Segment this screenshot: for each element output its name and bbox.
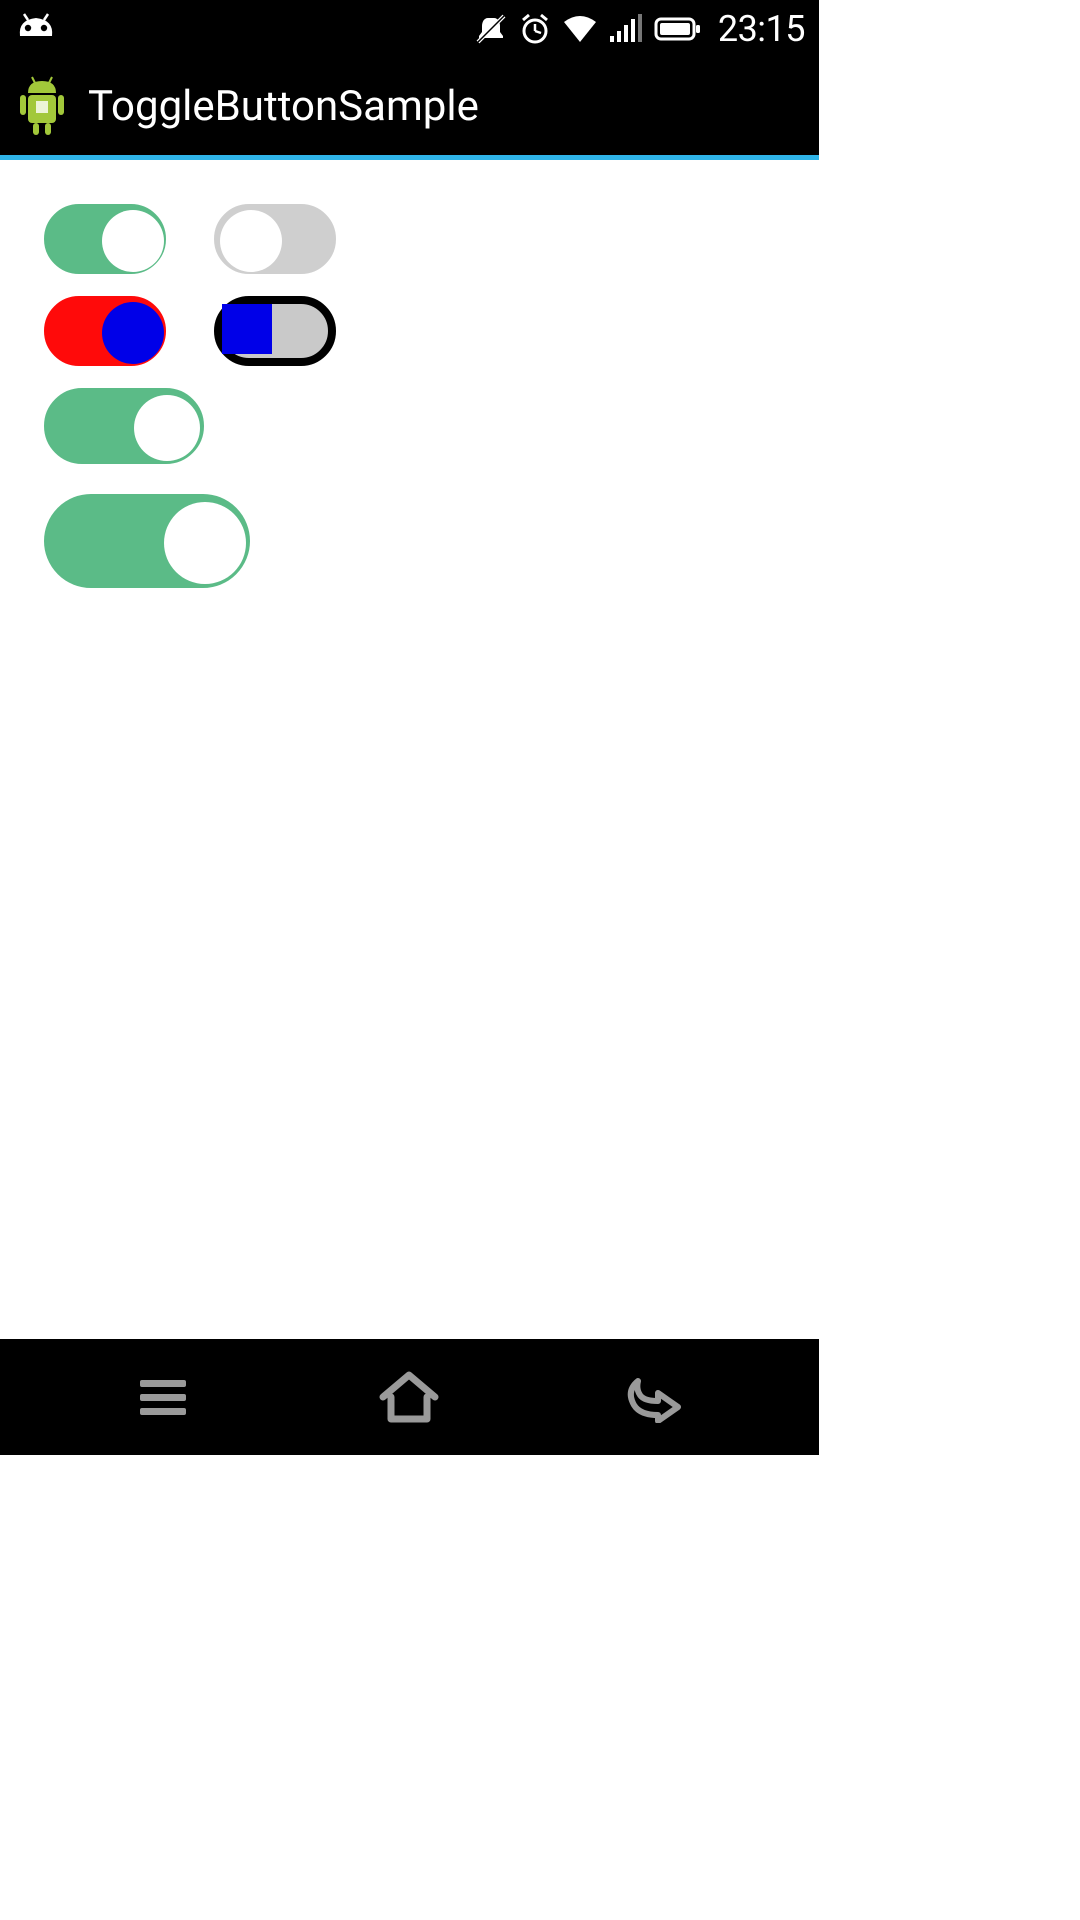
content-area: [0, 160, 819, 1339]
toggle-row-1: [44, 204, 775, 274]
toggle-knob: [220, 210, 282, 272]
toggle-row-3: [44, 388, 775, 464]
back-icon: [624, 1371, 688, 1423]
toggle-row-4: [44, 494, 775, 588]
home-button[interactable]: [359, 1347, 459, 1447]
toggle-2a-red-blue-on[interactable]: [44, 296, 166, 366]
toggle-3-green-medium-on[interactable]: [44, 388, 204, 464]
toggle-1a-green-on[interactable]: [44, 204, 166, 274]
navigation-bar: [0, 1339, 819, 1455]
toggle-knob: [134, 395, 200, 461]
battery-full-icon: [654, 15, 702, 43]
android-robot-icon: [14, 79, 70, 135]
toggle-knob: [102, 210, 164, 272]
recent-apps-button[interactable]: [113, 1347, 213, 1447]
toggle-1b-grey-off[interactable]: [214, 204, 336, 274]
toggle-knob: [222, 304, 272, 354]
wifi-icon: [562, 14, 598, 44]
action-bar: ToggleButtonSample: [0, 58, 819, 160]
toggle-2b-black-blue-off[interactable]: [214, 296, 336, 366]
status-time: 23:15: [718, 8, 805, 50]
menu-icon: [136, 1374, 190, 1420]
toggle-4-green-large-on[interactable]: [44, 494, 250, 588]
status-bar: 23:15: [0, 0, 819, 58]
alarm-clock-icon: [518, 12, 552, 46]
back-button[interactable]: [606, 1347, 706, 1447]
toggle-row-2: [44, 296, 775, 366]
vibrate-mute-icon: [474, 12, 508, 46]
home-outline-icon: [377, 1369, 441, 1425]
toggle-knob: [164, 502, 246, 584]
app-title: ToggleButtonSample: [88, 82, 479, 131]
toggle-knob: [102, 302, 164, 364]
signal-4-of-5-icon: [608, 14, 644, 44]
android-head-icon: [14, 9, 58, 49]
